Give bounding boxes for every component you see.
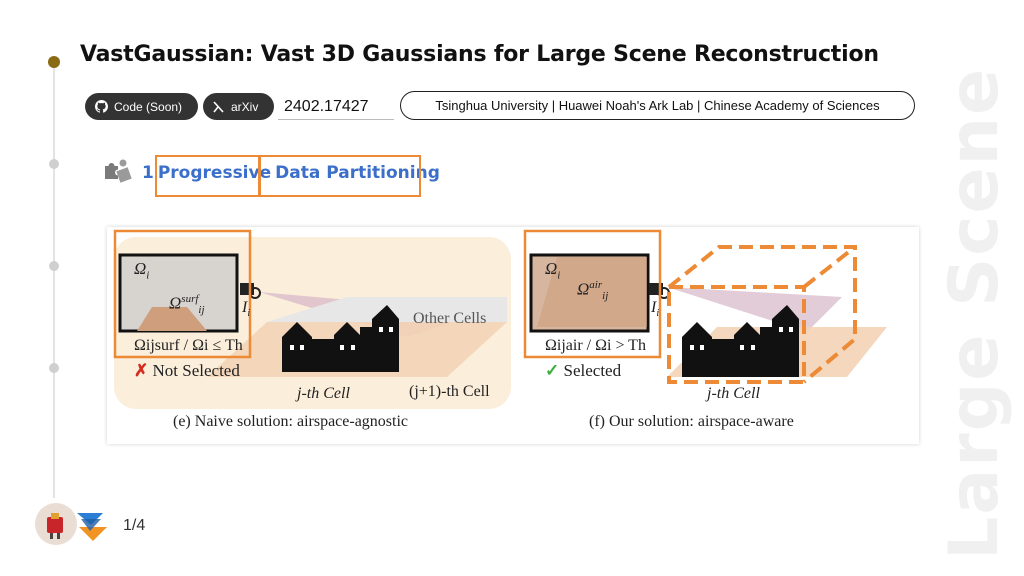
page-indicator: 1/4	[123, 517, 146, 534]
arxiv-button[interactable]: arXiv	[203, 93, 274, 120]
figure-drawing	[113, 229, 887, 384]
timeline-line	[53, 58, 55, 498]
right-jth-cell: j-th Cell	[707, 385, 760, 402]
puzzle-icon	[103, 157, 133, 187]
highlight-box-data-partitioning	[258, 155, 421, 197]
timeline-dot[interactable]	[49, 159, 59, 169]
right-omega-i: Ωi	[545, 259, 561, 282]
right-omega-air: Ωairij	[577, 279, 609, 303]
timeline-dot[interactable]	[49, 261, 59, 271]
right-status: ✓ Selected	[545, 361, 622, 380]
brand-logo-icon	[73, 505, 111, 545]
code-label: Code (Soon)	[114, 99, 183, 114]
code-button[interactable]: Code (Soon)	[85, 93, 198, 120]
selected-check-icon: ✓	[545, 361, 560, 380]
left-caption: (e) Naive solution: airspace-agnostic	[173, 413, 409, 430]
j1th-cell-label: (j+1)-th Cell	[409, 383, 490, 400]
other-cells-label: Other Cells	[413, 310, 487, 327]
github-icon	[95, 100, 108, 113]
affiliations-badge: Tsinghua University | Huawei Noah's Ark …	[400, 91, 915, 120]
left-omega-i: Ωi	[134, 259, 150, 282]
left-camera-label: Ii	[242, 299, 251, 320]
mascot-logo-icon	[35, 503, 77, 545]
large-scene-watermark: Large Scene	[935, 66, 1014, 560]
section-number: 1	[142, 163, 154, 183]
timeline-dot-active[interactable]	[48, 56, 60, 68]
left-jth-cell: j-th Cell	[297, 385, 350, 402]
arxiv-icon	[213, 100, 225, 113]
highlight-box-progressive	[155, 155, 261, 197]
arxiv-id[interactable]: 2402.17427	[278, 94, 394, 120]
page-title: VastGaussian: Vast 3D Gaussians for Larg…	[80, 42, 879, 67]
not-selected-icon: ✗	[134, 361, 149, 380]
figure-airspace-comparison: Ωi Ωsurfij Ii Other Cells Ωijsurf / Ωi ≤…	[107, 227, 919, 444]
right-camera-label: Ii	[651, 299, 660, 320]
timeline-dot[interactable]	[49, 363, 59, 373]
right-condition: Ωijair / Ωi > Th	[545, 337, 646, 354]
arxiv-label: arXiv	[231, 99, 259, 114]
left-omega-surf: Ωsurfij	[169, 293, 205, 317]
right-caption: (f) Our solution: airspace-aware	[589, 413, 794, 430]
left-status: ✗ Not Selected	[134, 361, 240, 380]
left-condition: Ωijsurf / Ωi ≤ Th	[134, 337, 243, 354]
